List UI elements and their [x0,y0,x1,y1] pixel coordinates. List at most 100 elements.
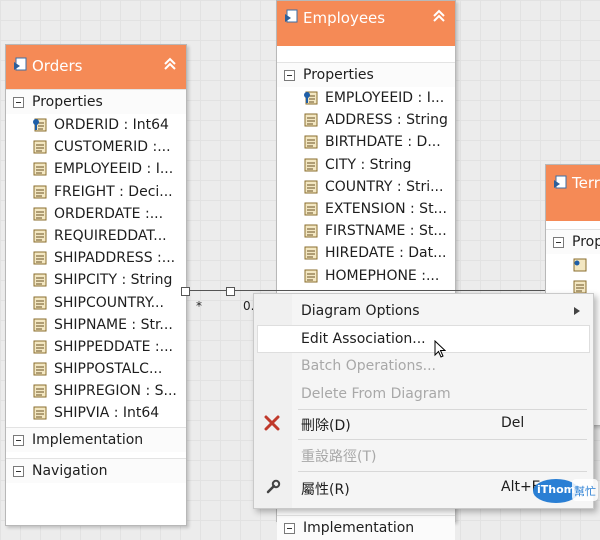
submenu-arrow-icon [574,307,580,315]
property-row[interactable]: EMPLOYEEID : I... [6,158,186,180]
employees-implementation-section[interactable]: Implementation [277,514,455,540]
key-property-icon [304,91,318,105]
orders-property-list: ORDERID : Int64 CUSTOMERID :... EMPLOYEEID… [6,114,186,425]
property-row[interactable]: SHIPCITY : String [6,269,186,291]
orders-entity[interactable]: Orders Properties ORDERID : Int64 CUSTOME… [5,44,187,526]
collapse-minus-icon[interactable] [13,97,24,108]
territories-property-list [546,254,600,298]
orders-implementation-section[interactable]: Implementation [6,426,186,452]
watermark-subtext: 幫忙 [574,485,596,498]
association-handle[interactable] [226,287,235,296]
menu-item-batch-operations: Batch Operations... [257,353,590,379]
property-row[interactable]: SHIPREGION : S... [6,380,186,402]
property-row[interactable]: COUNTRY : Stri... [277,176,455,198]
property-row[interactable]: SHIPCOUNTRY... [6,292,186,314]
property-icon [33,296,47,309]
orders-title: Orders [32,57,83,75]
wrench-icon [266,479,281,494]
menu-item-diagram-options[interactable]: Diagram Options [257,298,590,324]
menu-item-label: 屬性(R) [301,482,350,498]
property-row[interactable]: BIRTHDATE : D... [277,131,455,153]
collapse-minus-icon[interactable] [13,434,24,446]
association-handle[interactable] [181,287,190,296]
property-icon [304,202,318,216]
territories-title: Terr [572,174,600,192]
property-row[interactable]: ADDRESS : String [277,109,455,131]
menu-item-label: Diagram Options [301,303,420,319]
property-label: HOMEPHONE :... [325,267,440,284]
property-icon [33,273,47,287]
association-line[interactable] [185,290,545,291]
section-label: Prop [572,234,600,250]
property-label: FIRSTNAME : St... [325,223,447,240]
property-label: EXTENSION : St... [325,200,447,217]
property-icon [33,384,47,398]
property-label: EMPLOYEEID : I... [325,90,445,106]
property-icon [304,113,318,127]
property-icon [33,362,47,376]
section-label: Navigation [32,462,108,479]
property-row[interactable]: FIRSTNAME : St... [277,220,455,242]
property-label: CUSTOMERID :... [54,139,171,156]
property-label: REQUIREDDAT... [54,227,167,244]
property-icon [33,185,47,199]
property-label: FREIGHT : Deci... [54,183,173,200]
menu-item-edit-association[interactable]: Edit Association... [257,325,590,353]
property-row[interactable]: ORDERID : Int64 [6,114,186,136]
property-row[interactable]: ORDERDATE :... [6,203,186,225]
menu-item-delete[interactable]: 刪除(D) Del [257,410,590,436]
collapse-minus-icon[interactable] [13,465,24,477]
collapse-minus-icon[interactable] [284,522,295,534]
property-label: CITY : String [325,156,412,173]
property-label: SHIPADDRESS :... [54,250,176,267]
menu-item-label: Edit Association... [301,331,426,347]
property-icon [304,180,318,194]
property-row[interactable]: CUSTOMERID :... [6,136,186,158]
property-label: SHIPPOSTALC... [54,361,163,378]
section-label: Properties [303,67,374,83]
orders-properties-section[interactable]: Properties [6,89,186,114]
property-row[interactable]: HOMEPHONE :... [277,265,455,287]
multiplicity-many: * [196,299,202,313]
property-row[interactable]: SHIPVIA : Int64 [6,402,186,424]
key-property-icon [573,258,587,272]
collapse-chevron-icon[interactable] [432,8,446,24]
territories-properties-section[interactable]: Prop [546,229,600,254]
entity-icon [14,57,27,71]
employees-header[interactable]: Employees [277,1,455,46]
property-label: SHIPVIA : Int64 [54,405,160,422]
collapse-chevron-icon[interactable] [163,56,177,72]
property-row[interactable]: HIREDATE : Dat... [277,242,455,264]
employees-title: Employees [303,9,386,27]
menu-separator [298,471,587,472]
section-label: Properties [32,94,103,110]
orders-header[interactable]: Orders [6,45,186,89]
property-icon [304,224,318,238]
employees-properties-section[interactable]: Properties [277,62,455,87]
property-row[interactable]: REQUIREDDAT... [6,225,186,247]
property-icon [33,251,47,265]
property-icon [33,162,47,176]
property-row[interactable]: SHIPPEDDATE :... [6,336,186,358]
orders-navigation-section[interactable]: Navigation [6,457,186,483]
property-row[interactable]: CITY : String [277,154,455,176]
property-label: COUNTRY : Stri... [325,178,444,195]
property-row[interactable]: SHIPNAME : Str... [6,314,186,336]
property-label: EMPLOYEEID : I... [54,161,174,178]
collapse-minus-icon[interactable] [284,70,295,81]
collapse-minus-icon[interactable] [553,237,564,248]
property-row[interactable]: SHIPPOSTALC... [6,358,186,380]
property-row[interactable]: FREIGHT : Deci... [6,181,186,203]
property-row[interactable]: EXTENSION : St... [277,198,455,220]
territories-header[interactable]: Terr [546,165,600,221]
property-icon [33,318,47,332]
property-label: BIRTHDATE : D... [325,134,441,151]
property-row[interactable]: EMPLOYEEID : I... [277,87,455,109]
property-row[interactable]: SHIPADDRESS :... [6,247,186,269]
property-label: SHIPCOUNTRY... [54,294,164,311]
property-icon [304,246,318,260]
property-row[interactable] [546,254,600,276]
menu-item-label: Batch Operations... [301,358,437,374]
property-label: ORDERDATE :... [54,205,164,222]
employees-property-list: EMPLOYEEID : I... ADDRESS : String BIRTHDA… [277,87,455,287]
